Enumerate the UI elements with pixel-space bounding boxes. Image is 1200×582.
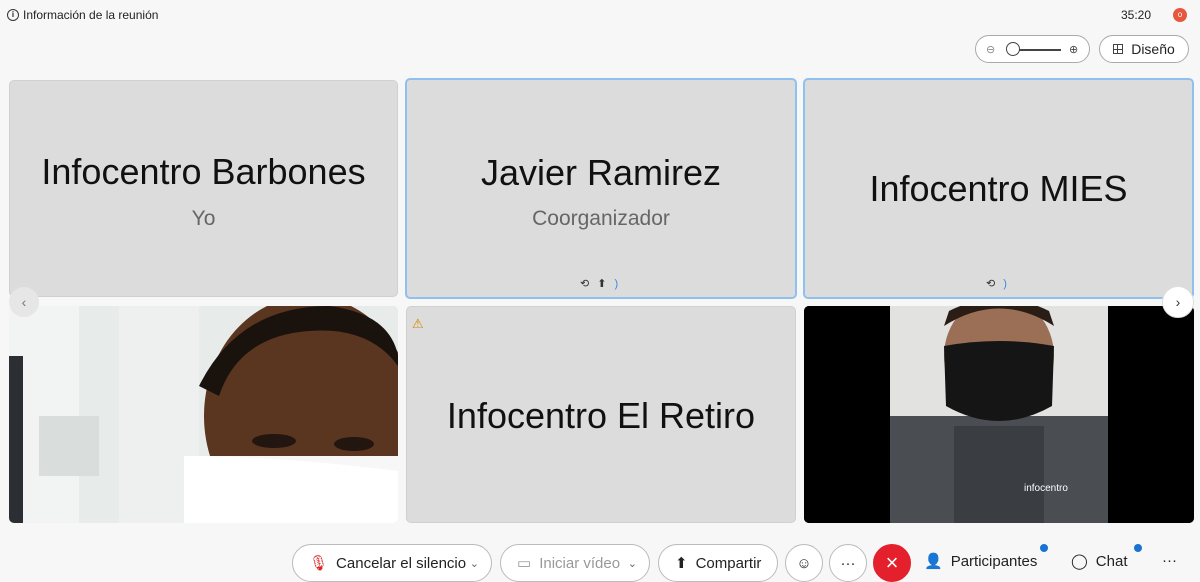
next-page-button[interactable]: › (1162, 286, 1194, 318)
share-button[interactable]: ⬆ Compartir (658, 544, 778, 582)
more-options-button[interactable]: ··· (829, 544, 867, 582)
chat-button[interactable]: ◯ Chat (1071, 552, 1128, 571)
unmute-label: Cancelar el silencio (336, 554, 467, 572)
meeting-controls: 🎙 Cancelar el silencio ⌄ ▭ Iniciar vídeo… (0, 544, 1200, 582)
shirt-logo: infocentro (1024, 483, 1068, 494)
share-label: Compartir (695, 554, 762, 572)
participant-name: Javier Ramirez (480, 152, 722, 193)
participant-tile[interactable]: ⚠ Infocentro El Retiro (406, 306, 796, 523)
participant-name: Infocentro El Retiro (446, 395, 756, 436)
share-icon: ⬆ (675, 555, 688, 572)
participants-notification-dot (1040, 544, 1048, 552)
start-video-button[interactable]: ▭ Iniciar vídeo ⌄ (500, 544, 650, 582)
participant-tile-self[interactable]: Infocentro Barbones Yo (9, 80, 398, 297)
sync-icon: ⟲ (580, 278, 590, 290)
info-icon: i (7, 9, 19, 21)
chevron-right-icon: › (1175, 294, 1181, 310)
chat-notification-dot (1134, 544, 1142, 552)
participants-label: Participantes (950, 552, 1038, 570)
share-screen-icon: ⬆ (597, 278, 607, 290)
participant-tile[interactable]: Infocentro MIES ⟲ ) (803, 78, 1194, 299)
participant-video (9, 306, 398, 523)
participant-name: Infocentro MIES (869, 168, 1128, 209)
participant-video-tile[interactable]: infocentro (804, 306, 1194, 523)
unmute-button[interactable]: 🎙 Cancelar el silencio ⌄ (292, 544, 492, 582)
zoom-out-icon[interactable]: ⊖ (986, 43, 995, 56)
audio-icon: ) (614, 277, 619, 290)
video-off-icon: ▭ (517, 555, 532, 572)
tile-status-icons: ⟲ ) (986, 277, 1007, 291)
chevron-left-icon: ‹ (21, 294, 27, 310)
participants-button[interactable]: 👤 Participantes (924, 552, 1038, 571)
meeting-info-button[interactable]: i Información de la reunión (7, 8, 158, 22)
chevron-down-icon[interactable]: ⌄ (628, 557, 637, 570)
chat-bubble-icon: ◯ (1071, 553, 1088, 570)
participant-tile[interactable]: Javier Ramirez Coorganizador ⟲ ⬆ ) (405, 78, 797, 299)
meeting-timer: 35:20 (1121, 8, 1152, 22)
more-options-label: ··· (840, 554, 856, 572)
participant-name: Infocentro Barbones (41, 151, 366, 192)
zoom-slider[interactable]: ⊖ ⊕ (975, 35, 1090, 63)
leave-meeting-button[interactable]: × (873, 544, 911, 582)
recording-icon[interactable]: o (1173, 8, 1187, 22)
close-icon: × (885, 550, 899, 575)
overflow-label: ··· (1162, 552, 1177, 569)
warning-icon: ⚠ (412, 316, 424, 331)
mic-muted-icon: 🎙 (309, 555, 329, 572)
grid-icon (1113, 44, 1124, 54)
meeting-info-label: Información de la reunión (23, 8, 159, 22)
sync-icon: ⟲ (986, 278, 996, 290)
audio-icon: ) (1003, 277, 1007, 290)
emoji-icon: ☺ (796, 554, 812, 572)
chevron-down-icon[interactable]: ⌄ (470, 557, 479, 570)
zoom-knob[interactable] (1006, 42, 1020, 56)
participant-role: Coorganizador (532, 207, 670, 230)
tile-status-icons: ⟲ ⬆ ) (580, 277, 619, 291)
zoom-in-icon[interactable]: ⊕ (1069, 43, 1078, 56)
participant-role: Yo (191, 207, 216, 230)
overflow-button[interactable]: ··· (1162, 552, 1177, 569)
start-video-label: Iniciar vídeo (539, 554, 621, 572)
participant-video-tile[interactable] (9, 306, 398, 523)
participant-video: infocentro (804, 306, 1194, 523)
layout-label: Diseño (1131, 41, 1175, 57)
people-icon: 👤 (924, 553, 943, 570)
layout-button[interactable]: Diseño (1099, 35, 1189, 63)
chat-label: Chat (1095, 552, 1128, 570)
top-bar: i Información de la reunión 35:20 o (0, 0, 1200, 30)
previous-page-button[interactable]: ‹ (9, 287, 39, 317)
reactions-button[interactable]: ☺ (785, 544, 823, 582)
